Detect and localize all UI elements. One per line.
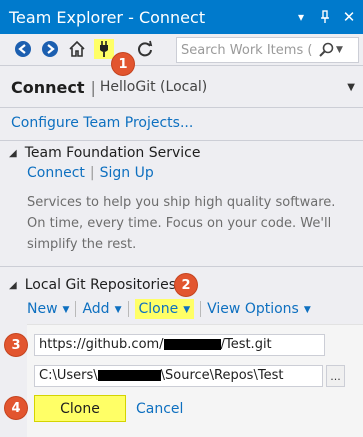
- browse-button[interactable]: ...: [326, 365, 345, 387]
- local-path-field[interactable]: C:\Users\ \Source\Repos\Test: [34, 365, 323, 387]
- back-icon[interactable]: [13, 39, 33, 59]
- tfs-section-title: Team Foundation Service: [24, 145, 201, 161]
- search-icon[interactable]: [317, 41, 335, 59]
- tfs-links: Connect | Sign Up: [27, 165, 154, 181]
- clone-label: Clone: [138, 301, 179, 317]
- repository-url-field[interactable]: https://github.com/ /Test.git: [34, 334, 325, 356]
- tfs-section-header[interactable]: ◢ Team Foundation Service: [9, 145, 201, 161]
- view-options-label: View Options: [207, 301, 299, 317]
- step-badge-1: 1: [112, 53, 134, 75]
- header-dropdown-icon[interactable]: ▼: [347, 82, 355, 93]
- chevron-down-icon: ▼: [303, 305, 311, 315]
- pin-icon[interactable]: [315, 7, 335, 27]
- add-dropdown[interactable]: Add ▼: [82, 301, 121, 317]
- separator: [75, 301, 77, 317]
- clone-button[interactable]: Clone: [34, 395, 126, 422]
- link-separator: |: [89, 165, 95, 181]
- connect-link[interactable]: Connect: [27, 165, 85, 181]
- separator: [200, 301, 202, 317]
- home-icon[interactable]: [67, 39, 87, 59]
- forward-icon[interactable]: [40, 39, 60, 59]
- collapse-triangle-icon[interactable]: ◢: [9, 148, 17, 159]
- search-box[interactable]: ▼: [176, 37, 359, 63]
- url-prefix: https://github.com/: [39, 337, 164, 352]
- path-prefix: C:\Users\: [39, 368, 98, 383]
- page-subtitle: HelloGit (Local): [99, 79, 208, 95]
- title-bar: Team Explorer - Connect ▾ ✕: [0, 0, 363, 34]
- dropdown-icon[interactable]: ▾: [291, 7, 311, 27]
- refresh-icon[interactable]: [135, 39, 155, 59]
- page-title: Connect: [11, 77, 85, 97]
- step-badge-3: 3: [5, 334, 27, 356]
- search-dropdown-icon[interactable]: ▼: [336, 45, 343, 55]
- divider: [0, 107, 363, 108]
- sign-up-link[interactable]: Sign Up: [100, 165, 154, 181]
- chevron-down-icon: ▼: [183, 305, 191, 315]
- clone-panel: https://github.com/ /Test.git C:\Users\ \S…: [27, 324, 363, 437]
- redacted-username: [97, 370, 161, 381]
- git-section-title: Local Git Repositories: [24, 277, 177, 293]
- header-separator: |: [90, 77, 96, 97]
- close-icon[interactable]: ✕: [339, 7, 359, 27]
- step-badge-2: 2: [175, 274, 197, 296]
- separator: [127, 301, 129, 317]
- step-badge-4: 4: [5, 397, 27, 419]
- view-options-dropdown[interactable]: View Options ▼: [207, 301, 311, 317]
- configure-team-projects-link[interactable]: Configure Team Projects...: [11, 115, 193, 131]
- cancel-link[interactable]: Cancel: [136, 401, 183, 417]
- search-input[interactable]: [177, 42, 313, 58]
- page-header: Connect | HelloGit (Local) ▼: [0, 66, 363, 108]
- add-label: Add: [82, 301, 110, 317]
- tfs-description: Services to help you ship high quality s…: [27, 195, 336, 252]
- clone-dropdown[interactable]: Clone ▼: [134, 299, 195, 319]
- chevron-down-icon: ▼: [62, 305, 70, 315]
- toolbar: ▼: [0, 34, 363, 64]
- new-label: New: [27, 301, 58, 317]
- redacted-username: [163, 339, 221, 350]
- collapse-triangle-icon[interactable]: ◢: [9, 280, 17, 291]
- divider: [0, 140, 363, 141]
- connect-plug-icon[interactable]: [94, 39, 114, 59]
- path-suffix: \Source\Repos\Test: [160, 368, 284, 383]
- git-actions-bar: New ▼ Add ▼ Clone ▼ View Options ▼: [27, 299, 311, 319]
- chevron-down-icon: ▼: [114, 305, 122, 315]
- divider: [0, 266, 363, 267]
- window-title: Team Explorer - Connect: [9, 7, 206, 27]
- url-suffix: /Test.git: [220, 337, 272, 352]
- new-dropdown[interactable]: New ▼: [27, 301, 69, 317]
- git-section-header[interactable]: ◢ Local Git Repositories: [9, 277, 176, 293]
